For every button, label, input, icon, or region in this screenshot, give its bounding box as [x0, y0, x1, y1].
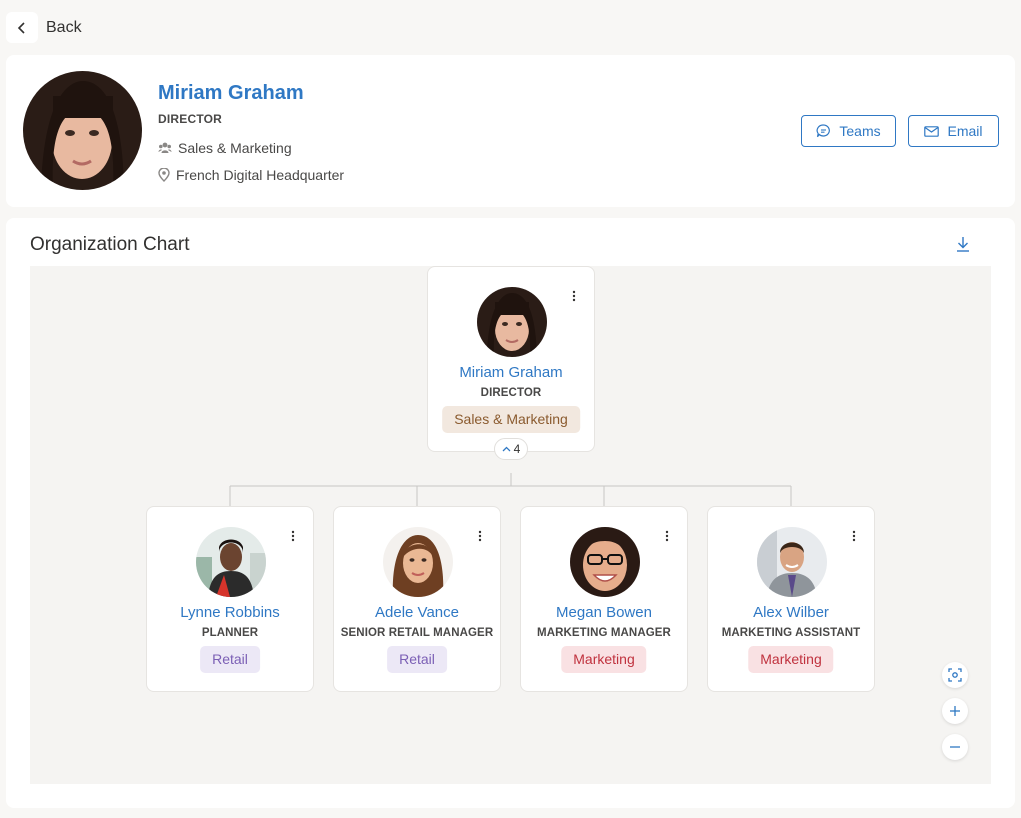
- plus-icon: [950, 706, 960, 716]
- org-node-root[interactable]: Miriam Graham DIRECTOR Sales & Marketing: [427, 266, 595, 452]
- node-title: DIRECTOR: [480, 387, 542, 399]
- back-label[interactable]: Back: [46, 19, 82, 37]
- fit-to-screen-icon: [948, 668, 962, 682]
- map-pin-icon: [158, 168, 170, 182]
- profile-card: Miriam Graham DIRECTOR Sales & Marketing…: [6, 55, 1015, 207]
- node-name[interactable]: Alex Wilber: [708, 604, 874, 621]
- profile-avatar: [23, 71, 142, 190]
- node-title: MARKETING ASSISTANT: [721, 627, 861, 639]
- node-name[interactable]: Miriam Graham: [428, 364, 594, 381]
- avatar: [477, 287, 547, 357]
- department-label: Sales & Marketing: [178, 140, 292, 156]
- more-vertical-icon[interactable]: [566, 287, 582, 305]
- email-label: Email: [947, 123, 983, 139]
- profile-title: DIRECTOR: [158, 112, 223, 126]
- node-tag: Retail: [387, 646, 447, 673]
- chevron-left-icon: [17, 21, 25, 34]
- profile-location: French Digital Headquarter: [158, 167, 344, 183]
- org-chart-canvas[interactable]: Miriam Graham DIRECTOR Sales & Marketing…: [30, 266, 991, 784]
- node-name[interactable]: Megan Bowen: [521, 604, 687, 621]
- envelope-icon: [924, 125, 940, 137]
- teams-button[interactable]: Teams: [801, 115, 896, 147]
- node-title: PLANNER: [201, 627, 259, 639]
- org-node-report[interactable]: Megan Bowen MARKETING MANAGER Marketing: [520, 506, 688, 692]
- node-name[interactable]: Adele Vance: [334, 604, 500, 621]
- download-button[interactable]: [953, 233, 973, 255]
- node-tag: Marketing: [748, 646, 834, 673]
- report-count: 4: [513, 442, 521, 456]
- node-tag: Sales & Marketing: [442, 406, 580, 433]
- profile-name[interactable]: Miriam Graham: [158, 82, 304, 105]
- chat-bubble-icon: [816, 124, 831, 138]
- org-chart-title: Organization Chart: [30, 234, 190, 255]
- org-node-report[interactable]: Adele Vance SENIOR RETAIL MANAGER Retail: [333, 506, 501, 692]
- avatar: [196, 527, 266, 597]
- zoom-out-button[interactable]: [942, 734, 968, 760]
- node-tag: Retail: [200, 646, 260, 673]
- more-vertical-icon[interactable]: [285, 527, 301, 545]
- avatar: [383, 527, 453, 597]
- avatar: [570, 527, 640, 597]
- avatar: [757, 527, 827, 597]
- org-node-report[interactable]: Lynne Robbins PLANNER Retail: [146, 506, 314, 692]
- minus-icon: [950, 746, 960, 748]
- location-label: French Digital Headquarter: [176, 167, 345, 183]
- org-chart-card: Organization Chart Miriam Graham DIRECTO…: [6, 218, 1015, 808]
- expand-reports-button[interactable]: 4: [494, 438, 528, 460]
- zoom-in-button[interactable]: [942, 698, 968, 724]
- node-name[interactable]: Lynne Robbins: [147, 604, 313, 621]
- more-vertical-icon[interactable]: [846, 527, 862, 545]
- back-button[interactable]: [6, 12, 38, 43]
- people-group-icon: [158, 142, 172, 153]
- teams-label: Teams: [839, 123, 881, 139]
- chevron-up-icon: [502, 446, 511, 452]
- email-button[interactable]: Email: [908, 115, 999, 147]
- org-node-report[interactable]: Alex Wilber MARKETING ASSISTANT Marketin…: [707, 506, 875, 692]
- profile-department: Sales & Marketing: [158, 140, 292, 156]
- download-icon: [957, 237, 969, 252]
- node-title: MARKETING MANAGER: [537, 627, 671, 639]
- more-vertical-icon[interactable]: [472, 527, 488, 545]
- fit-to-screen-button[interactable]: [942, 662, 968, 688]
- more-vertical-icon[interactable]: [659, 527, 675, 545]
- node-tag: Marketing: [561, 646, 647, 673]
- node-title: SENIOR RETAIL MANAGER: [340, 627, 494, 639]
